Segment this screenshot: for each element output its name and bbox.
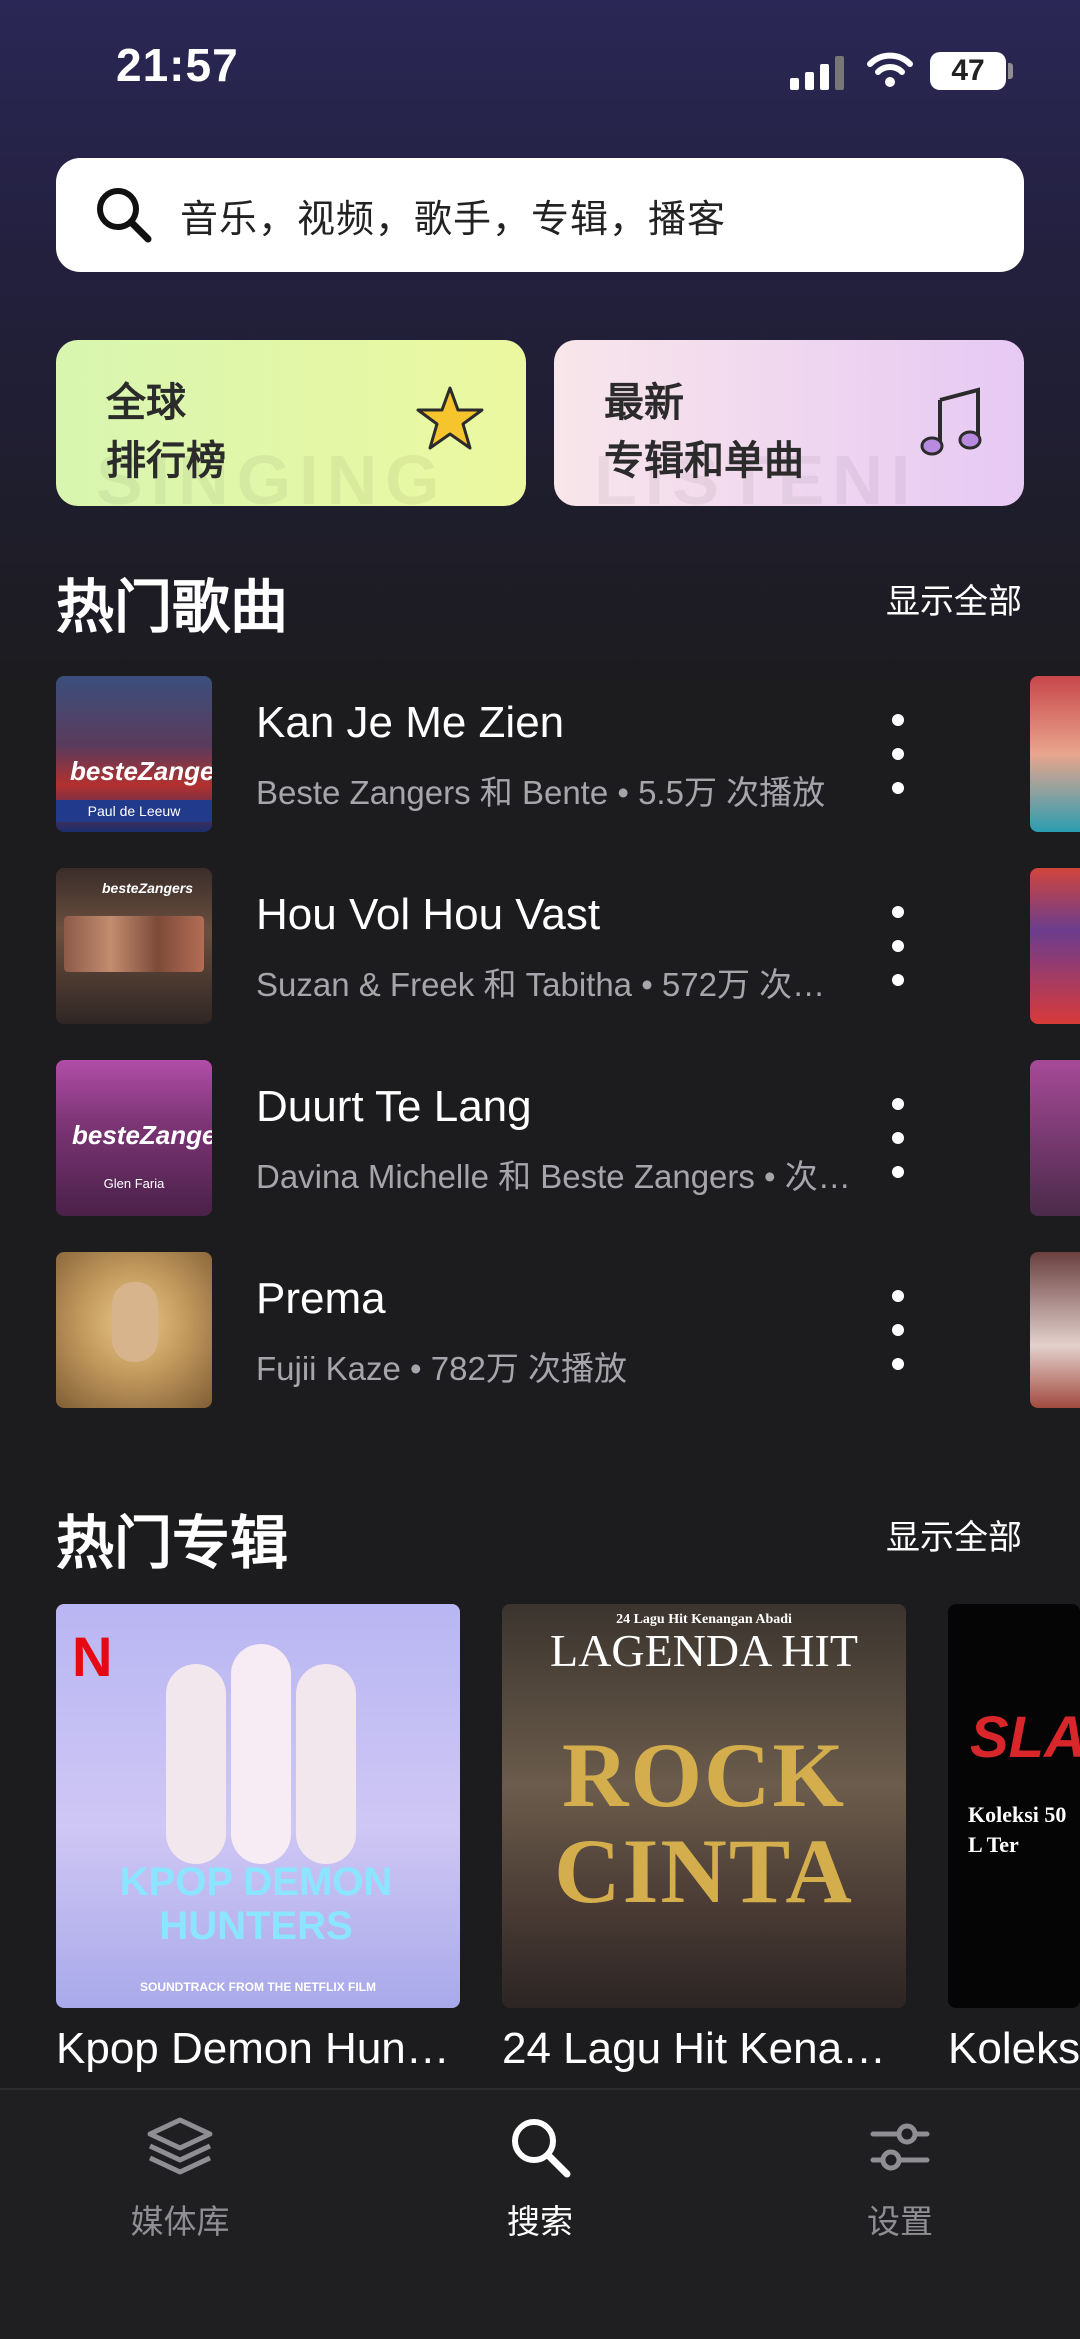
- tab-library[interactable]: 媒体库: [80, 2114, 280, 2243]
- star-icon: [416, 386, 484, 450]
- search-input[interactable]: 音乐，视频，歌手，专辑，播客: [56, 158, 1024, 272]
- tab-label: 搜索: [507, 2203, 573, 2240]
- hot-songs-show-all-button[interactable]: 显示全部: [886, 574, 1022, 623]
- song-title: Kan Je Me Zien: [256, 698, 565, 747]
- tab-label: 设置: [867, 2203, 933, 2240]
- music-note-icon: [920, 387, 982, 456]
- album-art: N KPOP DEMON HUNTERS SOUNDTRACK FROM THE…: [56, 1604, 460, 2008]
- album-art-subtitle: Koleksi 50 L Ter: [968, 1802, 1067, 1857]
- card-title-line2: 专辑和单曲: [604, 439, 804, 483]
- album-name: Kpop Demon Hunters: [56, 2024, 460, 2073]
- tab-search[interactable]: 搜索: [440, 2114, 640, 2243]
- album-art-line2: ROCK: [562, 1724, 846, 1826]
- global-charts-card[interactable]: SINGING 全球 排行榜: [56, 340, 526, 506]
- more-options-icon[interactable]: [878, 1098, 918, 1178]
- song-row[interactable]: besteZangers Glen Faria Duurt Te Lang Da…: [56, 1060, 1080, 1216]
- tab-label: 媒体库: [130, 2203, 230, 2240]
- album-art-title: KPOP DEMON HUNTERS: [119, 1860, 393, 1948]
- more-options-icon[interactable]: [878, 1290, 918, 1370]
- song-subtitle: Beste Zangers 和 Bente • 5.5万 次播放: [256, 774, 826, 811]
- song-cover: besteZangers Glen Faria: [56, 1060, 212, 1216]
- hot-albums-show-all-button[interactable]: 显示全部: [886, 1510, 1022, 1559]
- tab-bar: 媒体库 搜索 设置: [0, 2088, 1080, 2339]
- more-options-icon[interactable]: [878, 714, 918, 794]
- album-art-line3: CINTA: [554, 1820, 854, 1922]
- album-name: Koleksi 50 Lagu: [948, 2024, 1080, 2073]
- album-art-line1: LAGENDA HIT: [550, 1625, 858, 1676]
- song-peek-cover: [1030, 1252, 1080, 1408]
- card-title-line1: 最新: [604, 381, 684, 425]
- song-row[interactable]: besteZangers Paul de Leeuw Kan Je Me Zie…: [56, 676, 1080, 832]
- sliders-icon: [870, 2123, 930, 2171]
- wifi-icon: [866, 50, 914, 93]
- album-art-subtitle: SOUNDTRACK FROM THE NETFLIX FILM: [140, 1980, 376, 1994]
- more-options-icon[interactable]: [878, 906, 918, 986]
- song-title: Hou Vol Hou Vast: [256, 890, 601, 939]
- album-art-title: SLA: [970, 1705, 1080, 1770]
- song-subtitle: Davina Michelle 和 Beste Zangers • 次播放: [256, 1158, 856, 1195]
- hot-songs-title: 热门歌曲: [56, 575, 289, 640]
- search-icon: [512, 2119, 571, 2178]
- song-peek-cover: [1030, 676, 1080, 832]
- card-title-line1: 全球: [106, 381, 186, 425]
- album-card[interactable]: SLA Koleksi 50 L Ter Koleksi 50 Lagu: [948, 1604, 1080, 2074]
- song-title: Prema: [256, 1274, 386, 1323]
- new-releases-card[interactable]: LISTENI 最新 专辑和单曲: [554, 340, 1024, 506]
- battery-tip: [1008, 63, 1013, 79]
- album-name: 24 Lagu Hit Kenangan Abadi: [502, 2024, 906, 2073]
- album-card[interactable]: N KPOP DEMON HUNTERS SOUNDTRACK FROM THE…: [56, 1604, 460, 2074]
- song-subtitle: Fujii Kaze • 782万 次播放: [256, 1350, 628, 1387]
- cellular-signal-icon: [790, 52, 846, 90]
- battery-indicator: 47: [930, 52, 1006, 90]
- song-cover: besteZangers: [56, 868, 212, 1024]
- song-row[interactable]: besteZangers Hou Vol Hou Vast Suzan & Fr…: [56, 868, 1080, 1024]
- album-art: 24 Lagu Hit Kenangan Abadi LAGENDA HIT R…: [502, 1604, 906, 2008]
- tab-settings[interactable]: 设置: [800, 2114, 1000, 2243]
- song-subtitle: Suzan & Freek 和 Tabitha • 572万 次播放: [256, 966, 856, 1003]
- song-title: Duurt Te Lang: [256, 1082, 532, 1131]
- card-title-line2: 排行榜: [106, 439, 226, 483]
- netflix-logo: N: [72, 1625, 113, 1688]
- song-cover: [56, 1252, 212, 1408]
- album-card[interactable]: 24 Lagu Hit Kenangan Abadi LAGENDA HIT R…: [502, 1604, 906, 2074]
- album-art: SLA Koleksi 50 L Ter: [948, 1604, 1080, 2008]
- song-peek-cover: [1030, 1060, 1080, 1216]
- hot-albums-title: 热门专辑: [56, 1511, 289, 1576]
- song-cover: besteZangers Paul de Leeuw: [56, 676, 212, 832]
- song-peek-cover: [1030, 868, 1080, 1024]
- song-row[interactable]: Prema Fujii Kaze • 782万 次播放: [56, 1252, 1080, 1408]
- search-icon: [97, 188, 152, 243]
- search-placeholder: 音乐，视频，歌手，专辑，播客: [180, 198, 727, 241]
- layers-icon: [147, 2117, 213, 2175]
- status-time: 21:57: [116, 39, 239, 91]
